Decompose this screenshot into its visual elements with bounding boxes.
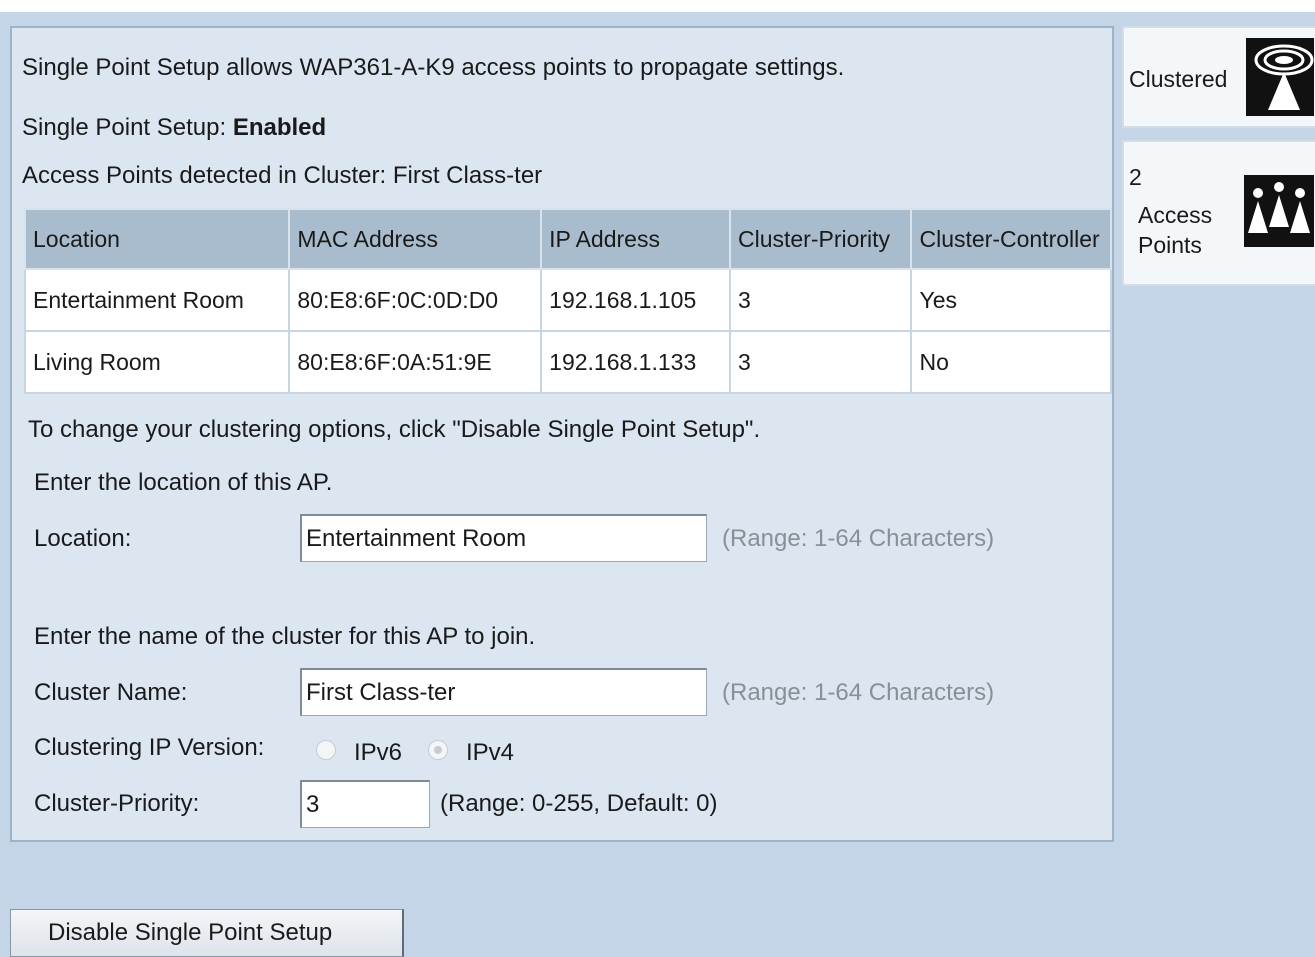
intro-text: Single Point Setup allows WAP361-A-K9 ac…	[22, 54, 845, 81]
status-label: Single Point Setup:	[22, 114, 233, 141]
location-prompt: Enter the location of this AP.	[34, 469, 333, 496]
col-location: Location	[23, 208, 291, 270]
cell-mac: 80:E8:6F:0C:0D:D0	[288, 268, 543, 332]
priority-label: Cluster-Priority:	[34, 790, 200, 817]
location-label: Location:	[34, 525, 132, 552]
ipv6-label: IPv6	[354, 739, 403, 766]
cell-ip: 192.168.1.105	[540, 268, 731, 332]
col-ip: IP Address	[540, 208, 731, 270]
location-input[interactable]	[300, 514, 707, 562]
ipv4-radio[interactable]	[428, 740, 448, 760]
access-points-card: 2 Access Points	[1122, 140, 1315, 286]
clustered-status-card: Clustered	[1122, 26, 1315, 128]
priority-input[interactable]	[300, 780, 430, 828]
status-line: Single Point Setup: Enabled	[22, 114, 326, 142]
cell-mac: 80:E8:6F:0A:51:9E	[288, 330, 543, 394]
ipv6-radio[interactable]	[316, 740, 336, 760]
col-mac: MAC Address	[288, 208, 543, 270]
clustered-label: Clustered	[1129, 66, 1228, 92]
top-strip	[0, 0, 1315, 12]
cell-controller: Yes	[910, 268, 1112, 332]
col-priority: Cluster-Priority	[728, 208, 913, 270]
cluster-name-hint: (Range: 1-64 Characters)	[722, 679, 995, 706]
cell-priority: 3	[728, 330, 913, 394]
col-controller: Cluster-Controller	[910, 208, 1112, 270]
table-header-row: Location MAC Address IP Address Cluster-…	[23, 208, 1112, 270]
location-hint: (Range: 1-64 Characters)	[722, 525, 995, 552]
access-points-people-icon	[1244, 175, 1314, 247]
access-points-label-line1: Access	[1138, 202, 1213, 228]
cell-location: Entertainment Room	[23, 268, 291, 332]
cell-ip: 192.168.1.133	[540, 330, 731, 394]
cluster-prompt: Enter the name of the cluster for this A…	[34, 623, 536, 650]
access-points-count: 2	[1129, 164, 1142, 190]
cell-location: Living Room	[23, 330, 291, 394]
cluster-antenna-icon	[1246, 38, 1314, 116]
table-row: Living Room 80:E8:6F:0A:51:9E 192.168.1.…	[23, 330, 1112, 394]
access-points-label-line2: Points	[1138, 232, 1202, 258]
cell-controller: No	[910, 330, 1112, 394]
change-note: To change your clustering options, click…	[28, 416, 761, 443]
ip-version-label: Clustering IP Version:	[34, 734, 265, 761]
cluster-name-input[interactable]	[300, 668, 707, 716]
status-value: Enabled	[232, 114, 327, 141]
ipv4-label: IPv4	[466, 739, 515, 766]
detected-text: Access Points detected in Cluster: First…	[22, 162, 543, 189]
disable-single-point-setup-button[interactable]: Disable Single Point Setup	[10, 909, 404, 957]
table-row: Entertainment Room 80:E8:6F:0C:0D:D0 192…	[23, 268, 1112, 332]
cluster-name-label: Cluster Name:	[34, 679, 188, 706]
cell-priority: 3	[728, 268, 913, 332]
access-points-table: Location MAC Address IP Address Cluster-…	[23, 208, 1112, 394]
single-point-setup-panel: Single Point Setup allows WAP361-A-K9 ac…	[10, 26, 1114, 842]
priority-hint: (Range: 0-255, Default: 0)	[440, 790, 718, 817]
